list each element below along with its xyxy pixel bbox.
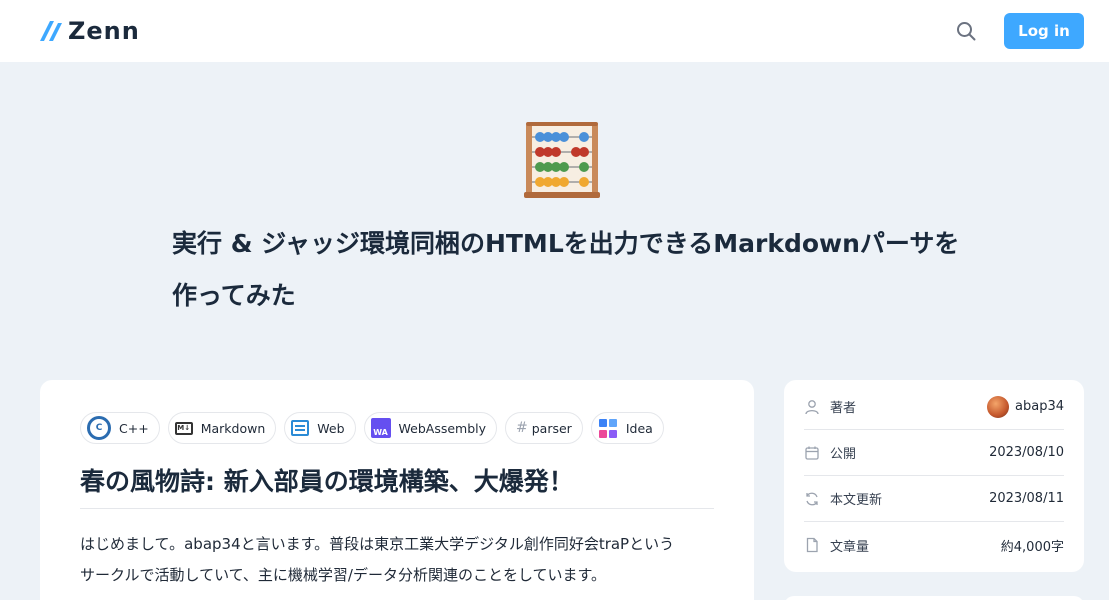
idea-icon [597, 418, 618, 438]
webassembly-icon: WA [370, 418, 391, 438]
logo-text: Zenn [68, 17, 140, 45]
published-date: 2023/08/10 [989, 445, 1064, 460]
login-button[interactable]: Log in [1004, 13, 1084, 49]
published-label: 公開 [830, 447, 857, 462]
topic-markdown[interactable]: M↓ Markdown [167, 412, 277, 444]
search-icon [957, 22, 976, 41]
user-icon [805, 399, 819, 414]
cpp-icon: C [87, 416, 111, 440]
zenn-logo-icon [40, 21, 62, 41]
topic-label: Markdown [200, 420, 266, 436]
length-value: 約4,000字 [1000, 539, 1064, 555]
intro-paragraph: はじめまして。abap34と言います。普段は東京工業大学デジタル創作同好会tra… [80, 529, 714, 591]
article-meta-card: 著者 abap34 公開 2023/08/10 本文更新 2023/08/11 … [784, 380, 1084, 572]
topic-list: C C++ M↓ Markdown Web WA WebAssembly # p… [80, 412, 714, 444]
updated-date: 2023/08/11 [989, 491, 1064, 506]
topic-web[interactable]: Web [284, 412, 356, 444]
topic-label: WebAssembly [398, 420, 487, 436]
search-button[interactable] [954, 19, 978, 43]
avatar [987, 395, 1010, 418]
topic-label: Idea [625, 420, 653, 436]
article-body-card: C C++ M↓ Markdown Web WA WebAssembly # p… [40, 380, 754, 600]
secondary-side-card [784, 596, 1084, 600]
updated-row: 本文更新 2023/08/11 [804, 476, 1064, 522]
zenn-logo[interactable]: Zenn [40, 17, 140, 45]
paragraph-line: サークルで活動していて、主に機械学習/データ分析関連のことをしています。 [80, 566, 607, 584]
web-icon [291, 420, 310, 436]
site-header: Zenn Log in [0, 0, 1109, 62]
markdown-icon: M↓ [174, 421, 193, 435]
topic-idea[interactable]: Idea [590, 412, 664, 444]
article-title: 実行 & ジャッジ環境同梱のHTMLを出力できるMarkdownパーサを作ってみ… [172, 229, 960, 310]
topic-cpp[interactable]: C C++ [80, 412, 160, 444]
topic-label: parser [531, 420, 572, 436]
author-row: 著者 abap34 [804, 384, 1064, 430]
length-label: 文章量 [830, 539, 870, 555]
section-heading: 春の風物詩: 新入部員の環境構築、大爆発！ [80, 462, 714, 509]
author-label: 著者 [830, 401, 857, 416]
document-icon [806, 537, 818, 553]
paragraph-line: はじめまして。abap34と言います。普段は東京工業大学デジタル創作同好会tra… [80, 535, 675, 553]
topic-label: Web [317, 420, 345, 436]
calendar-icon [805, 446, 819, 460]
abacus-icon [524, 122, 600, 198]
author-name: abap34 [1015, 399, 1064, 414]
topic-webassembly[interactable]: WA WebAssembly [363, 412, 498, 444]
topic-parser[interactable]: # parser [505, 412, 583, 444]
length-row: 文章量 約4,000字 [804, 522, 1064, 568]
published-row: 公開 2023/08/10 [804, 430, 1064, 476]
updated-label: 本文更新 [830, 493, 883, 508]
refresh-icon [806, 492, 818, 505]
hash-icon: # [516, 420, 528, 436]
topic-label: C++ [119, 420, 149, 436]
author-link[interactable]: abap34 [987, 395, 1064, 418]
